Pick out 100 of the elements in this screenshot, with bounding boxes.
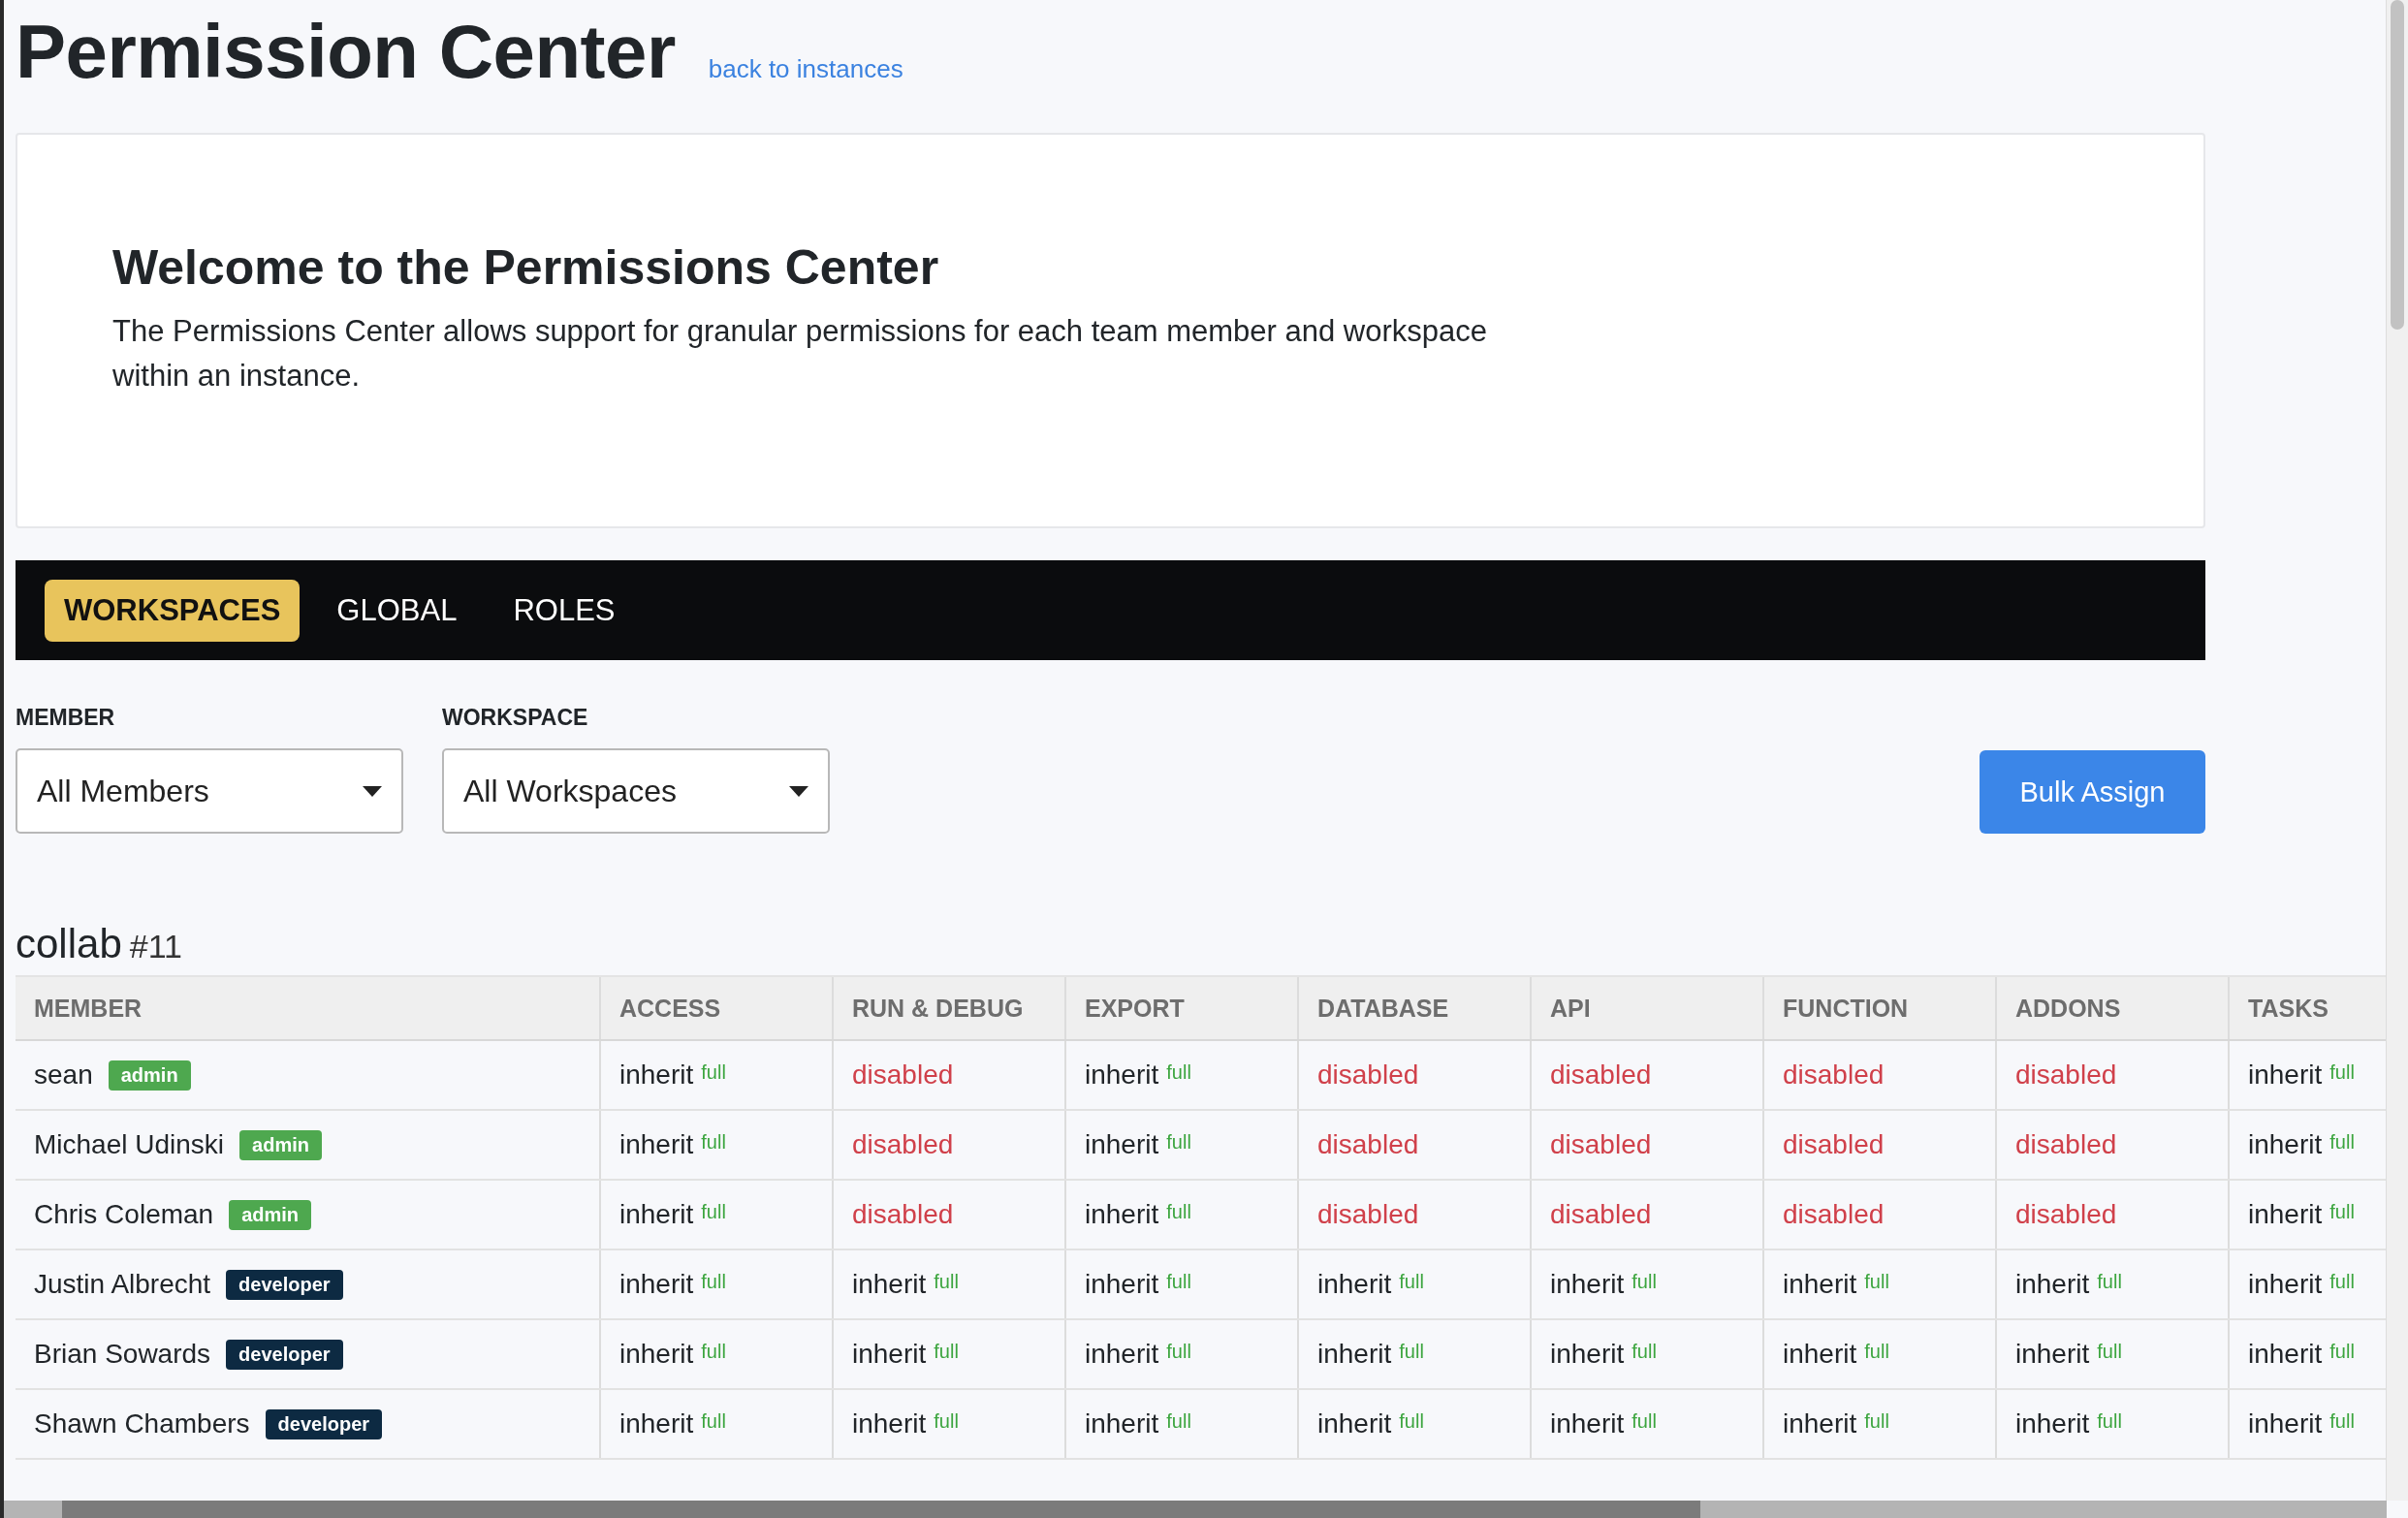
permission-level: full: [1864, 1410, 1889, 1432]
bulk-assign-button[interactable]: Bulk Assign: [1980, 750, 2205, 834]
permission-level: full: [701, 1131, 726, 1153]
permission-value: inherit: [1085, 1129, 1159, 1159]
permission-level: full: [1399, 1410, 1424, 1432]
permission-level: full: [934, 1410, 959, 1432]
permission-value: inherit: [1550, 1408, 1625, 1439]
tab[interactable]: ROLES: [493, 579, 635, 642]
permission-level: full: [1166, 1201, 1191, 1222]
role-badge: developer: [226, 1339, 343, 1370]
permission-level: full: [2097, 1410, 2122, 1432]
permission-level: full: [1399, 1271, 1424, 1292]
permission-value: inherit: [619, 1339, 694, 1369]
permission-value: inherit: [2248, 1059, 2323, 1090]
permission-value: inherit: [1085, 1339, 1159, 1369]
role-badge: admin: [108, 1059, 191, 1091]
column-header: RUN & DEBUG: [833, 976, 1065, 1040]
permission-value: disabled: [852, 1199, 954, 1229]
permission-value: inherit: [1317, 1339, 1392, 1369]
member-name: Shawn Chambers: [34, 1408, 250, 1439]
permission-value: disabled: [2015, 1129, 2117, 1159]
permission-value: disabled: [1317, 1199, 1419, 1229]
column-header: TASKS: [2229, 976, 2387, 1040]
permission-value: inherit: [2015, 1269, 2090, 1299]
permission-value: inherit: [852, 1339, 927, 1369]
permission-value: disabled: [1783, 1129, 1885, 1159]
permission-level: full: [2097, 1271, 2122, 1292]
vertical-scrollbar[interactable]: [2386, 0, 2408, 1501]
column-header: ACCESS: [600, 976, 833, 1040]
permission-value: inherit: [852, 1269, 927, 1299]
permission-value: inherit: [1783, 1339, 1857, 1369]
column-header: ADDONS: [1996, 976, 2229, 1040]
permission-value: disabled: [1783, 1059, 1885, 1090]
permission-value: inherit: [2015, 1339, 2090, 1369]
permission-level: full: [1864, 1341, 1889, 1362]
permission-value: disabled: [1317, 1129, 1419, 1159]
back-link[interactable]: back to instances: [708, 54, 903, 84]
permission-level: full: [2329, 1271, 2355, 1292]
tab[interactable]: GLOBAL: [317, 579, 477, 642]
permission-value: disabled: [1317, 1059, 1419, 1090]
horizontal-scrollbar[interactable]: [4, 1501, 2387, 1518]
welcome-text: The Permissions Center allows support for granular permissions for each team member and workspace within an instance.: [112, 313, 1488, 395]
permission-value: inherit: [2248, 1199, 2323, 1229]
permission-level: full: [2097, 1341, 2122, 1362]
permission-level: full: [2329, 1131, 2355, 1153]
permission-level: full: [934, 1271, 959, 1292]
permission-value: inherit: [1783, 1269, 1857, 1299]
permission-value: inherit: [2015, 1408, 2090, 1439]
tab[interactable]: WORKSPACES: [45, 579, 301, 642]
permission-value: inherit: [1085, 1408, 1159, 1439]
filter-label: WORKSPACE: [442, 705, 589, 731]
permission-value: inherit: [1317, 1408, 1392, 1439]
permission-value: inherit: [619, 1408, 694, 1439]
permission-level: full: [2329, 1341, 2355, 1362]
permission-value: inherit: [2248, 1129, 2323, 1159]
filter-dropdown[interactable]: All Members: [16, 748, 403, 834]
permission-level: full: [1166, 1341, 1191, 1362]
role-badge: admin: [239, 1129, 322, 1160]
permission-value: inherit: [1317, 1269, 1392, 1299]
filter-dropdown[interactable]: All Workspaces: [442, 748, 830, 834]
permission-value: disabled: [2015, 1059, 2117, 1090]
permission-value: inherit: [619, 1269, 694, 1299]
permission-level: full: [1632, 1410, 1657, 1432]
column-header: EXPORT: [1065, 976, 1298, 1040]
permission-value: inherit: [1550, 1339, 1625, 1369]
member-name: Justin Albrecht: [34, 1269, 211, 1300]
column-header: FUNCTION: [1763, 976, 1996, 1040]
permission-level: full: [1166, 1061, 1191, 1083]
permission-value: disabled: [2015, 1199, 2117, 1229]
permission-value: inherit: [2248, 1269, 2323, 1299]
filter-label: MEMBER: [16, 705, 116, 731]
permission-value: inherit: [619, 1129, 694, 1159]
column-header: MEMBER: [16, 976, 600, 1040]
permission-level: full: [701, 1341, 726, 1362]
permission-level: full: [2329, 1061, 2355, 1083]
caret-icon: [789, 785, 808, 797]
permission-value: inherit: [852, 1408, 927, 1439]
permission-level: full: [701, 1201, 726, 1222]
permission-value: inherit: [1085, 1269, 1159, 1299]
permission-level: full: [1166, 1131, 1191, 1153]
permission-value: disabled: [1550, 1129, 1652, 1159]
permission-value: inherit: [2248, 1339, 2323, 1369]
permission-level: full: [701, 1271, 726, 1292]
permission-value: inherit: [619, 1059, 694, 1090]
permission-value: disabled: [1550, 1059, 1652, 1090]
role-badge: developer: [226, 1269, 343, 1300]
caret-icon: [363, 785, 382, 797]
permission-level: full: [1399, 1341, 1424, 1362]
page-title: Permission Center: [16, 8, 676, 96]
welcome-title: Welcome to the Permissions Center: [112, 239, 939, 296]
permission-level: full: [701, 1061, 726, 1083]
permission-value: inherit: [1085, 1059, 1159, 1090]
permission-level: full: [934, 1341, 959, 1362]
permission-level: full: [1632, 1341, 1657, 1362]
permission-value: disabled: [1783, 1199, 1885, 1229]
role-badge: admin: [229, 1199, 312, 1230]
workspace-name: collab: [16, 921, 122, 967]
member-name: Michael Udinski: [34, 1129, 225, 1160]
permission-value: disabled: [1550, 1199, 1652, 1229]
member-name: sean: [34, 1059, 93, 1091]
